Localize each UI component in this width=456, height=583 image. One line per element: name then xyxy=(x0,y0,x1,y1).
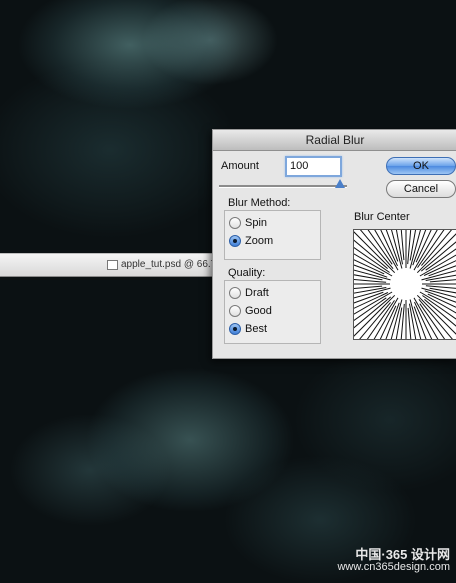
radio-good-circle[interactable] xyxy=(229,305,241,317)
zoom-ray xyxy=(427,293,456,308)
radio-good[interactable]: Good xyxy=(229,304,272,318)
radio-zoom[interactable]: Zoom xyxy=(229,234,273,248)
blur-center-label: Blur Center xyxy=(354,211,410,223)
radio-good-label: Good xyxy=(245,305,272,317)
radio-spin-label: Spin xyxy=(245,217,268,229)
blur-center-preview[interactable] xyxy=(353,229,456,340)
ok-button[interactable]: OK xyxy=(386,157,456,175)
amount-label: Amount xyxy=(221,160,259,172)
radio-best-label: Best xyxy=(245,323,268,335)
radio-zoom-label: Zoom xyxy=(245,235,274,247)
radial-blur-dialog: Radial Blur Amount 100 OK Cancel Blur Me… xyxy=(212,129,456,359)
quality-group: Draft Good Best xyxy=(224,280,321,344)
radio-spin-circle[interactable] xyxy=(229,217,241,229)
amount-slider-thumb[interactable] xyxy=(335,179,345,188)
zoom-rays-graphic xyxy=(354,230,456,339)
watermark-title: 中国·365 设计网 xyxy=(355,547,450,562)
document-status-text: apple_tut.psd @ 66.7% xyxy=(121,259,226,270)
zoom-ray xyxy=(412,230,427,266)
radio-best-circle[interactable] xyxy=(229,323,241,335)
radio-draft-label: Draft xyxy=(245,287,269,299)
blur-method-label: Blur Method: xyxy=(228,197,291,209)
zoom-ray xyxy=(385,302,400,339)
watermark-url: www.cn365design.com xyxy=(337,561,450,573)
zoom-ray xyxy=(418,298,453,339)
blur-method-group: Spin Zoom xyxy=(224,210,321,260)
zoom-ray xyxy=(354,297,387,322)
radio-zoom-circle[interactable] xyxy=(229,235,241,247)
amount-input[interactable]: 100 xyxy=(285,156,342,177)
watermark: 中国·365 设计网 www.cn365design.com xyxy=(337,548,450,574)
quality-label: Quality: xyxy=(228,267,266,279)
radio-spin[interactable]: Spin xyxy=(229,216,267,230)
radio-draft[interactable]: Draft xyxy=(229,286,269,300)
radio-best[interactable]: Best xyxy=(229,322,267,336)
dialog-title: Radial Blur xyxy=(213,130,456,151)
document-status-bar: apple_tut.psd @ 66.7% xyxy=(0,253,230,277)
zoom-ray xyxy=(367,230,393,265)
document-icon xyxy=(107,259,118,270)
radio-draft-circle[interactable] xyxy=(229,287,241,299)
amount-slider-track[interactable] xyxy=(219,185,347,188)
cancel-button[interactable]: Cancel xyxy=(386,180,456,198)
document-info: apple_tut.psd @ 66.7% xyxy=(107,259,225,270)
